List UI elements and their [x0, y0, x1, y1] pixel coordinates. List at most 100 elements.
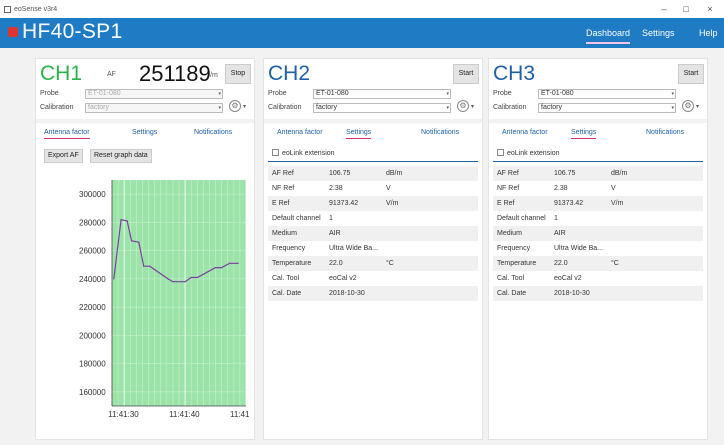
- gear-icon[interactable]: ⚙: [229, 100, 241, 112]
- data-point: [167, 278, 169, 280]
- settings-unit: °C: [386, 260, 394, 267]
- probe-select[interactable]: ET-01-080 ▾: [85, 89, 223, 99]
- gear-icon[interactable]: ⚙: [682, 100, 694, 112]
- data-point: [143, 265, 145, 267]
- settings-row: Cal. Date 2018-10-30: [493, 286, 703, 301]
- settings-row: Default channel 1: [493, 211, 703, 226]
- y-tick-label: 260000: [79, 247, 106, 256]
- settings-unit: dB/m: [611, 170, 628, 177]
- settings-value: 2018-10-30: [329, 290, 365, 297]
- app-icon: [4, 5, 11, 13]
- data-point: [184, 281, 186, 283]
- gear-dropdown-icon[interactable]: ▾: [471, 103, 474, 110]
- data-point: [214, 266, 217, 269]
- stop-button[interactable]: Stop: [225, 64, 251, 84]
- settings-key: Temperature: [272, 260, 312, 267]
- window-titlebar: eoSense v3r4 – □ ×: [0, 0, 724, 18]
- y-tick-label: 280000: [79, 218, 106, 227]
- settings-row: Temperature 22.0 °C: [268, 256, 478, 271]
- settings-value: Ultra Wide Ba...: [554, 245, 604, 252]
- x-tick-label: 11:41: [230, 410, 250, 419]
- settings-unit: dB/m: [386, 170, 403, 177]
- data-point: [126, 220, 128, 222]
- af-value-unit: /m: [210, 72, 218, 79]
- gear-dropdown-icon[interactable]: ▾: [696, 103, 699, 110]
- close-button[interactable]: ×: [700, 0, 720, 18]
- divider: [489, 119, 707, 123]
- tab-antenna-factor[interactable]: Antenna factor: [44, 129, 90, 139]
- tab-settings[interactable]: Settings: [132, 129, 157, 136]
- settings-value: Ultra Wide Ba...: [329, 245, 379, 252]
- gear-icon[interactable]: ⚙: [457, 100, 469, 112]
- y-tick-label: 240000: [79, 275, 106, 284]
- probe-label: Probe: [268, 90, 287, 97]
- data-point: [172, 281, 174, 283]
- data-point: [190, 276, 192, 279]
- probe-select[interactable]: ET-01-080 ▾: [538, 89, 676, 99]
- settings-key: Frequency: [272, 245, 306, 252]
- gear-dropdown-icon[interactable]: ▾: [243, 103, 246, 110]
- nav-settings[interactable]: Settings: [642, 28, 675, 38]
- x-tick-label: 11:41:40: [169, 410, 200, 419]
- settings-row: NF Ref 2.38 V: [268, 181, 478, 196]
- calibration-select[interactable]: factory ▾: [313, 103, 451, 113]
- nav-dashboard[interactable]: Dashboard: [586, 28, 631, 44]
- tab-antenna-factor[interactable]: Antenna factor: [277, 129, 323, 136]
- tab-settings[interactable]: Settings: [571, 129, 597, 139]
- probe-select-value: ET-01-080: [541, 90, 574, 97]
- chevron-down-icon: ▾: [446, 91, 449, 97]
- settings-row: AF Ref 106.75 dB/m: [493, 166, 703, 181]
- settings-table: AF Ref 106.75 dB/m NF Ref 2.38 V E Ref 91373.42…: [268, 166, 478, 301]
- eolink-checkbox[interactable]: eoLink extension: [272, 149, 335, 157]
- chevron-down-icon: ▾: [671, 105, 674, 111]
- app-title: HF40-SP1: [22, 20, 123, 43]
- start-button[interactable]: Start: [453, 64, 479, 84]
- calibration-select[interactable]: factory ▾: [85, 103, 223, 113]
- y-tick-label: 220000: [79, 303, 106, 312]
- data-point: [221, 266, 223, 269]
- settings-key: NF Ref: [497, 185, 520, 192]
- chevron-down-icon: ▾: [218, 105, 221, 111]
- settings-value: 1: [554, 215, 558, 222]
- y-tick-label: 200000: [79, 331, 106, 340]
- chevron-down-icon: ▾: [671, 91, 674, 97]
- settings-row: NF Ref 2.38 V: [493, 181, 703, 196]
- settings-unit: V: [386, 185, 391, 192]
- divider: [264, 119, 482, 123]
- export-af-button[interactable]: Export AF: [44, 149, 83, 163]
- maximize-button[interactable]: □: [676, 0, 696, 18]
- eolink-checkbox[interactable]: eoLink extension: [497, 149, 560, 157]
- calibration-select[interactable]: factory ▾: [538, 103, 676, 113]
- tab-notifications[interactable]: Notifications: [421, 129, 459, 136]
- tab-notifications[interactable]: Notifications: [194, 129, 232, 136]
- settings-row: Medium AIR: [493, 226, 703, 241]
- calibration-select-value: factory: [316, 104, 338, 111]
- settings-row: Temperature 22.0 °C: [493, 256, 703, 271]
- settings-row: Default channel 1: [268, 211, 478, 226]
- logo-icon: [8, 27, 18, 37]
- y-tick-label: 300000: [79, 190, 106, 199]
- settings-value: 2.38: [329, 185, 343, 192]
- start-button[interactable]: Start: [678, 64, 704, 84]
- tab-settings[interactable]: Settings: [346, 129, 372, 139]
- settings-row: Cal. Tool eoCal v2: [268, 271, 478, 286]
- settings-key: AF Ref: [497, 170, 519, 177]
- divider: [36, 119, 254, 123]
- settings-unit: V: [611, 185, 616, 192]
- tab-antenna-factor[interactable]: Antenna factor: [502, 129, 548, 136]
- channel-3-panel: CH3 Start Probe ET-01-080 ▾ Calibration …: [488, 58, 708, 440]
- minimize-button[interactable]: –: [654, 0, 674, 18]
- settings-key: NF Ref: [272, 185, 295, 192]
- settings-value: 91373.42: [554, 200, 584, 207]
- tab-notifications[interactable]: Notifications: [646, 129, 684, 136]
- settings-key: Cal. Tool: [497, 275, 525, 282]
- checkbox-icon: [272, 149, 279, 156]
- reset-graph-button[interactable]: Reset graph data: [90, 149, 152, 163]
- settings-key: Default channel: [497, 215, 546, 222]
- settings-key: Cal. Date: [497, 290, 527, 297]
- window-title: eoSense v3r4: [14, 5, 58, 13]
- channel-title: CH1: [40, 62, 83, 85]
- settings-key: Cal. Tool: [272, 275, 300, 282]
- probe-select[interactable]: ET-01-080 ▾: [313, 89, 451, 99]
- nav-help[interactable]: Help: [699, 28, 718, 38]
